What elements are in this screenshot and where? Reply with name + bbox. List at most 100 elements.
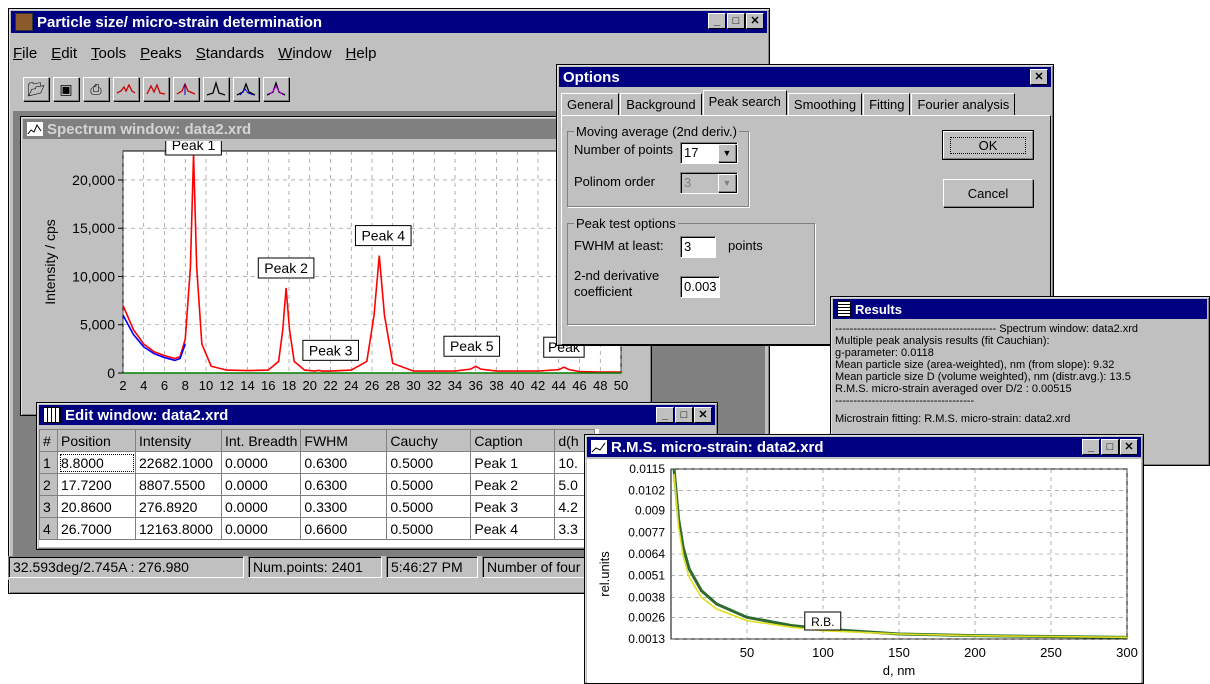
menu-peaks[interactable]: Peaks	[140, 45, 182, 62]
cell-intensity[interactable]: 276.8920	[135, 495, 222, 518]
results-titlebar[interactable]: Results	[833, 299, 1207, 319]
col-header[interactable]: #	[39, 429, 58, 452]
tab-smoothing[interactable]: Smoothing	[787, 93, 863, 116]
edit-minimize-button[interactable]: _	[656, 407, 674, 423]
col-header[interactable]: Caption	[470, 429, 556, 452]
col-header[interactable]: Cauchy	[386, 429, 472, 452]
cell-int-breadth[interactable]: 0.0000	[220, 451, 302, 474]
tab-fitting[interactable]: Fitting	[863, 93, 911, 116]
menu-help[interactable]: Help	[346, 45, 377, 62]
row-number[interactable]: 3	[39, 495, 58, 518]
rms-minimize-button[interactable]: _	[1082, 439, 1100, 455]
col-header[interactable]: Intensity	[135, 429, 222, 452]
menu-edit[interactable]: Edit	[51, 45, 77, 62]
cell-caption[interactable]: Peak 1	[470, 451, 556, 474]
minimize-button[interactable]: _	[708, 13, 726, 29]
cell-cauchy[interactable]: 0.5000	[386, 495, 472, 518]
fwhm-input[interactable]: 3	[680, 236, 716, 258]
y-axis-label: rel.units	[597, 551, 612, 597]
options-titlebar[interactable]: Options ✕	[559, 67, 1051, 87]
tab-fourier-analysis[interactable]: Fourier analysis	[911, 93, 1016, 116]
cell-fwhm[interactable]: 0.6300	[300, 473, 388, 496]
results-line: --------------------------------------	[835, 395, 975, 407]
y-tick-label: 0.0077	[628, 525, 665, 539]
col-header[interactable]: Position	[57, 429, 136, 452]
cell-caption[interactable]: Peak 2	[470, 473, 556, 496]
cell-cauchy[interactable]: 0.5000	[386, 473, 472, 496]
derivative-label-1: 2-nd derivative	[574, 268, 660, 283]
rms-close-button[interactable]: ✕	[1120, 439, 1138, 455]
peak-test-group: Peak test options FWHM at least: 3 point…	[567, 216, 815, 325]
col-header[interactable]: Int. Breadth	[220, 429, 302, 452]
cell-intensity[interactable]: 8807.5500	[135, 473, 222, 496]
y-tick-label: 0.0115	[629, 462, 665, 476]
menu-tools[interactable]: Tools	[91, 45, 126, 62]
num-points-select[interactable]: 17 ▼	[680, 142, 738, 164]
menu-standards[interactable]: Standards	[196, 45, 264, 62]
open-button[interactable]: 📂︎	[23, 77, 49, 101]
cell-fwhm[interactable]: 0.6600	[300, 517, 388, 540]
x-tick-label: 28	[386, 378, 400, 393]
peak-compare-button[interactable]	[233, 77, 259, 101]
edit-maximize-button[interactable]: □	[675, 407, 693, 423]
smooth-button[interactable]	[143, 77, 169, 101]
tab-general[interactable]: General	[561, 93, 620, 116]
edit-close-button[interactable]: ✕	[694, 407, 712, 423]
x-tick-label: 200	[964, 645, 986, 660]
cell-int-breadth[interactable]: 0.0000	[220, 495, 302, 518]
status-position: 32.593deg/2.745A : 276.980	[8, 556, 244, 578]
main-titlebar[interactable]: Particle size/ micro-strain determinatio…	[11, 11, 767, 33]
ok-button[interactable]: OK	[942, 130, 1034, 160]
cell-position[interactable]: 26.7000	[57, 517, 136, 540]
options-close-button[interactable]: ✕	[1030, 69, 1048, 85]
cell-intensity[interactable]: 22682.1000	[135, 451, 222, 474]
print-button[interactable]: ⎙	[83, 77, 109, 101]
cell-position[interactable]: 17.7200	[57, 473, 136, 496]
rms-maximize-button[interactable]: □	[1101, 439, 1119, 455]
menu-window[interactable]: Window	[278, 45, 331, 62]
cell-cauchy[interactable]: 0.5000	[386, 517, 472, 540]
table-row[interactable]: 1 8.8000 22682.1000 0.0000 0.6300 0.5000…	[39, 451, 596, 474]
peak-search-button[interactable]	[113, 77, 139, 101]
maximize-button[interactable]: □	[727, 13, 745, 29]
cell-intensity[interactable]: 12163.8000	[135, 517, 222, 540]
edit-grid: # Position Intensity Int. Breadth FWHM C…	[39, 429, 599, 547]
chevron-down-icon[interactable]: ▼	[718, 174, 736, 192]
y-tick-label: 0.009	[635, 504, 665, 518]
cell-position[interactable]: 8.8000	[57, 451, 136, 474]
cell-fwhm[interactable]: 0.6300	[300, 451, 388, 474]
rms-titlebar[interactable]: R.M.S. micro-strain: data2.xrd _ □ ✕	[587, 437, 1141, 457]
cell-caption[interactable]: Peak 3	[470, 495, 556, 518]
cell-int-breadth[interactable]: 0.0000	[220, 473, 302, 496]
cell-fwhm[interactable]: 0.3300	[300, 495, 388, 518]
row-number[interactable]: 4	[39, 517, 58, 540]
cell-caption[interactable]: Peak 4	[470, 517, 556, 540]
tab-background[interactable]: Background	[620, 93, 702, 116]
cell-cauchy[interactable]: 0.5000	[386, 451, 472, 474]
close-button[interactable]: ✕	[746, 13, 764, 29]
peak-search-icon	[116, 83, 136, 94]
row-number[interactable]: 2	[39, 473, 58, 496]
cell-int-breadth[interactable]: 0.0000	[220, 517, 302, 540]
polinom-select[interactable]: 3 ▼	[680, 172, 738, 194]
peak-fourier-button[interactable]	[263, 77, 289, 101]
derivative-coef-input[interactable]: 0.003	[680, 276, 720, 298]
fit-button[interactable]	[173, 77, 199, 101]
rms-chart[interactable]: 50 100 150 200 250 300 0.0013 0.0026 0.0038 0.005…	[587, 459, 1141, 683]
save-button[interactable]: ▣	[53, 77, 79, 101]
tab-peak-search[interactable]: Peak search	[702, 90, 787, 116]
table-row[interactable]: 3 20.8600 276.8920 0.0000 0.3300 0.5000 …	[39, 495, 596, 518]
peak-label: Peak 4	[361, 228, 405, 244]
row-number[interactable]: 1	[39, 451, 58, 474]
menu-file[interactable]: File	[13, 45, 37, 62]
peak-shape-button[interactable]	[203, 77, 229, 101]
chevron-down-icon[interactable]: ▼	[718, 144, 736, 162]
cell-position[interactable]: 20.8600	[57, 495, 136, 518]
edit-titlebar[interactable]: Edit window: data2.xrd _ □ ✕	[39, 405, 715, 425]
results-title: Results	[855, 301, 902, 317]
table-row[interactable]: 4 26.7000 12163.8000 0.0000 0.6600 0.500…	[39, 517, 596, 540]
table-row[interactable]: 2 17.7200 8807.5500 0.0000 0.6300 0.5000…	[39, 473, 596, 496]
cancel-button[interactable]: Cancel	[943, 179, 1033, 207]
num-points-label: Number of points	[574, 142, 673, 157]
col-header[interactable]: FWHM	[300, 429, 388, 452]
